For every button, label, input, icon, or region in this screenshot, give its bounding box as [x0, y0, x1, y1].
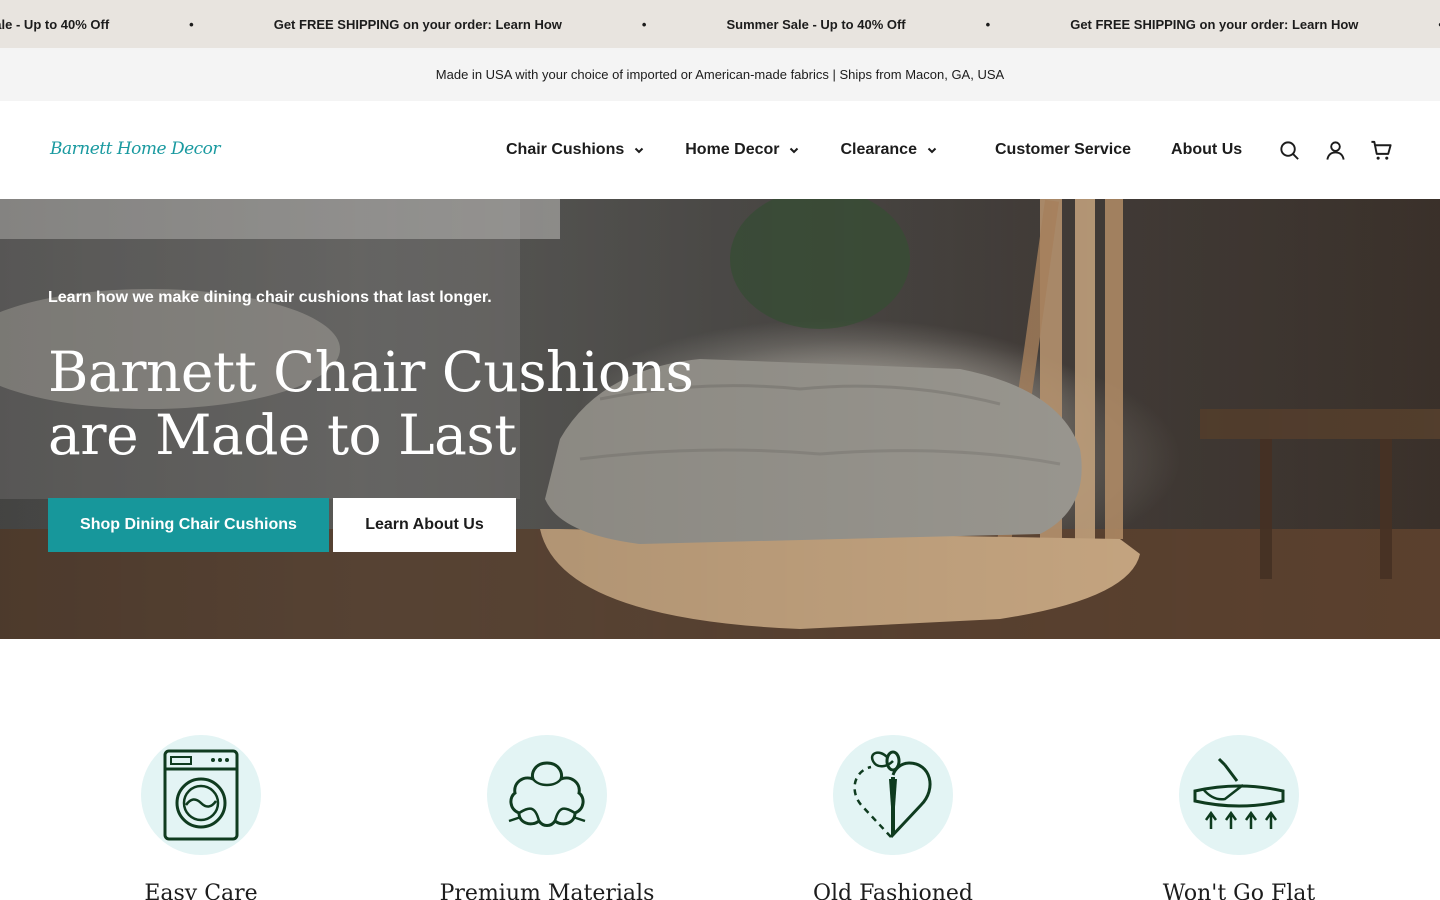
feature-label: Old Fashioned Quality	[812, 881, 974, 900]
cotton-flower-icon	[508, 761, 586, 827]
site-header: Barnett Home Decor Chair Cushions Home D…	[0, 101, 1440, 199]
announcement-separator: •	[641, 16, 647, 32]
hero-banner: Learn how we make dining chair cushions …	[0, 199, 1440, 639]
site-logo[interactable]: Barnett Home Decor	[50, 139, 221, 159]
announcement-bar: Summer Sale - Up to 40% Off • Get FREE S…	[0, 0, 1440, 48]
announcement-separator: •	[189, 16, 194, 32]
washing-machine-icon	[163, 749, 239, 841]
announcement-item: Summer Sale - Up to 40% Off	[0, 16, 110, 32]
heart-needle-icon	[853, 750, 932, 839]
shop-dining-chair-cushions-button[interactable]: Shop Dining Chair Cushions	[48, 498, 329, 552]
announcement-track: Summer Sale - Up to 40% Off • Get FREE S…	[0, 0, 1440, 48]
account-icon[interactable]	[1324, 139, 1347, 162]
nav-item-customer-service[interactable]: Customer Service	[995, 141, 1131, 159]
chevron-down-icon	[790, 147, 799, 154]
chevron-down-icon	[635, 147, 644, 154]
nav-item-label: Customer Service	[994, 141, 1132, 158]
nav-item-label: Home Decor	[685, 141, 780, 158]
feature-easy-care: Easy Care	[81, 735, 321, 900]
features-section: Easy Care Premium Materials Old Fashione…	[0, 639, 1440, 900]
hero-title: Barnett Chair Cushions are Made to Last	[48, 340, 694, 467]
announcement-item-link[interactable]: Get FREE SHIPPING on your order: Learn H…	[244, 17, 592, 32]
header-actions	[1278, 139, 1393, 162]
cart-icon[interactable]	[1370, 139, 1393, 162]
announcement-item-link[interactable]: Get FREE SHIPPING on your order: Learn H…	[1040, 17, 1388, 32]
nav-item-label: About Us	[1171, 141, 1243, 158]
nav-item-label: Clearance	[840, 141, 917, 158]
nav-item-chair-cushions[interactable]: Chair Cushions	[506, 141, 645, 159]
cushion-rebound-icon	[1193, 757, 1285, 829]
feature-wont-go-flat: Won't Go Flat	[1119, 735, 1359, 900]
feature-icon-circle	[1179, 735, 1299, 855]
search-icon[interactable]	[1278, 139, 1301, 162]
feature-old-fashioned-quality: Old Fashioned Quality	[773, 735, 1013, 900]
info-bar: Made in USA with your choice of imported…	[0, 48, 1440, 101]
feature-label: Won't Go Flat	[1162, 881, 1316, 900]
feature-premium-materials: Premium Materials	[427, 735, 667, 900]
hero-kicker-link[interactable]: Learn how we make dining chair cushions …	[48, 289, 492, 307]
main-nav: Chair Cushions Home Decor Clearance Cust…	[506, 101, 1242, 199]
feature-label: Easy Care	[144, 881, 258, 900]
chevron-down-icon	[927, 147, 937, 154]
nav-item-clearance[interactable]: Clearance	[840, 141, 938, 159]
announcement-separator: •	[985, 16, 991, 32]
info-bar-text: Made in USA with your choice of imported…	[435, 67, 1005, 82]
feature-icon-circle	[141, 735, 261, 855]
learn-about-us-button[interactable]: Learn About Us	[333, 498, 516, 552]
nav-item-about-us[interactable]: About Us	[1171, 141, 1242, 159]
nav-item-home-decor[interactable]: Home Decor	[685, 141, 800, 159]
feature-label: Premium Materials	[439, 881, 655, 900]
announcement-separator: •	[1388, 17, 1440, 32]
announcement-item: Summer Sale - Up to 40% Off	[726, 16, 906, 32]
nav-item-label: Chair Cushions	[506, 141, 625, 158]
feature-icon-circle	[487, 735, 607, 855]
feature-icon-circle	[833, 735, 953, 855]
